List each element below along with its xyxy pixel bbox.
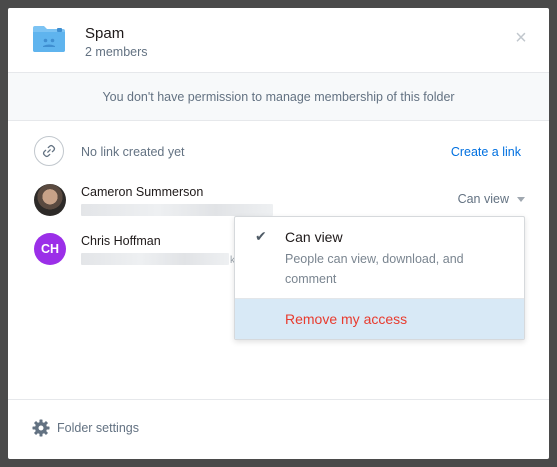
checkmark-icon: ✔ xyxy=(255,228,267,244)
avatar: CH xyxy=(34,233,66,265)
permission-banner: You don't have permission to manage memb… xyxy=(8,72,549,121)
gear-icon[interactable] xyxy=(32,419,50,437)
access-level-value: Can view xyxy=(457,192,509,206)
option-remove-my-access[interactable]: Remove my access xyxy=(235,298,524,339)
folder-title: Spam xyxy=(85,25,125,42)
option-can-view[interactable]: ✔ Can view People can view, download, an… xyxy=(235,217,524,298)
member-count: 2 members xyxy=(85,45,148,59)
shared-folder-icon xyxy=(33,26,65,52)
access-level-select[interactable]: Can view xyxy=(458,192,525,206)
chevron-down-icon xyxy=(517,197,525,203)
close-icon[interactable]: × xyxy=(511,28,531,48)
shared-link-row: No link created yet Create a link xyxy=(8,135,549,169)
option-label: Can view xyxy=(285,229,343,245)
modal-header: Spam 2 members × xyxy=(8,8,549,72)
folder-settings-link[interactable]: Folder settings xyxy=(57,421,139,435)
permission-banner-text: You don't have permission to manage memb… xyxy=(102,89,455,104)
option-label: Remove my access xyxy=(285,311,408,327)
avatar xyxy=(34,184,66,216)
member-name: Cameron Summerson xyxy=(81,185,204,199)
modal-footer: Folder settings xyxy=(8,399,549,459)
share-modal: Spam 2 members × You don't have permissi… xyxy=(8,8,549,459)
link-icon xyxy=(34,136,64,166)
option-description: People can view, download, and comment xyxy=(285,252,464,286)
create-link-button[interactable]: Create a link xyxy=(451,145,521,159)
access-dropdown-menu: ✔ Can view People can view, download, an… xyxy=(234,216,525,340)
member-email-redacted xyxy=(81,253,229,265)
link-status: No link created yet xyxy=(81,145,185,159)
member-name: Chris Hoffman xyxy=(81,234,161,248)
member-email-redacted xyxy=(81,204,273,216)
